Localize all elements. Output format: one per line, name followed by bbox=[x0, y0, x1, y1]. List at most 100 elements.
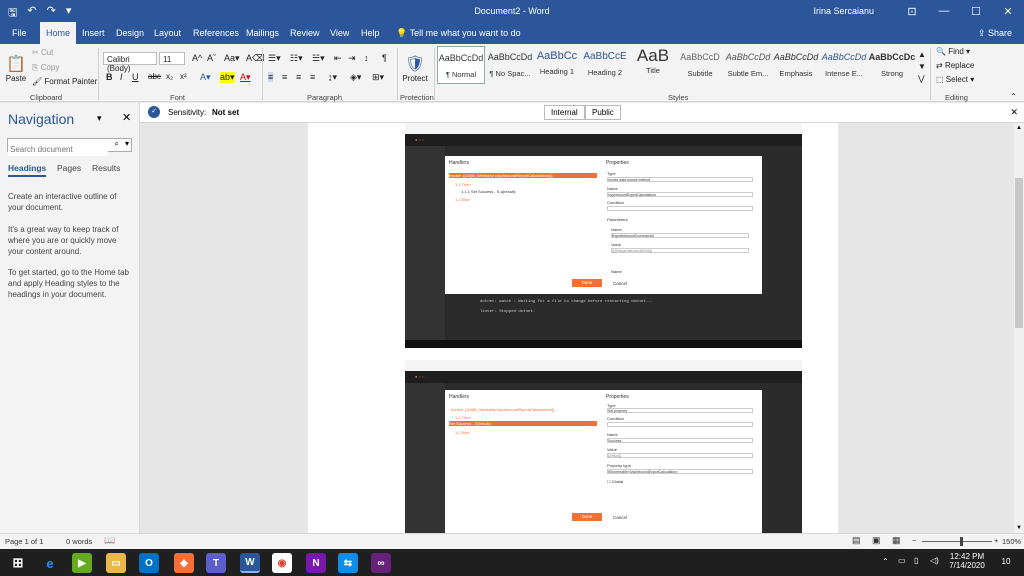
embedded-screenshot-1[interactable]: ● ○ ○ Handlers Properties Invoke: {{Ui@t… bbox=[405, 123, 802, 348]
tab-home[interactable]: Home bbox=[40, 22, 77, 44]
tell-me-search[interactable]: 💡 Tell me what you want to do bbox=[390, 22, 527, 44]
web-layout-icon[interactable]: ▦ bbox=[892, 535, 901, 546]
nav-tab-headings[interactable]: Headings bbox=[8, 163, 47, 177]
select-button[interactable]: ⬚ Select ▾ bbox=[936, 75, 974, 84]
style-subtle-emphasis[interactable]: AaBbCcDd Subtle Em... bbox=[724, 46, 772, 84]
close-button[interactable]: ✕ bbox=[992, 0, 1024, 22]
underline-icon[interactable]: U bbox=[132, 72, 139, 82]
font-color-icon[interactable]: A▾ bbox=[240, 72, 251, 83]
copy-button[interactable]: ⎘ Copy bbox=[32, 63, 59, 73]
close-icon[interactable]: ✕ bbox=[1010, 107, 1018, 118]
network-icon[interactable]: ▭ bbox=[898, 556, 906, 565]
global-checkbox[interactable]: ☐ Global bbox=[607, 479, 623, 484]
vertical-scrollbar[interactable]: ▲ ▼ bbox=[1014, 123, 1024, 533]
tab-mailings[interactable]: Mailings bbox=[240, 22, 285, 44]
handler-step-row[interactable]: Invoke: {{Ui@t_Weekday:UspInboundReportC… bbox=[451, 407, 555, 412]
ribbon-options-icon[interactable]: ⊡ bbox=[896, 0, 928, 22]
page-count[interactable]: Page 1 of 1 bbox=[5, 537, 43, 546]
bullets-icon[interactable]: ☰▾ bbox=[268, 53, 281, 64]
action-center-icon[interactable]: 10 bbox=[998, 554, 1014, 570]
tab-design[interactable]: Design bbox=[110, 22, 150, 44]
font-size-box[interactable]: 11 bbox=[159, 52, 185, 65]
word-icon[interactable]: W bbox=[240, 553, 260, 573]
close-pane-icon[interactable]: ✕ bbox=[122, 111, 131, 124]
param-value-field[interactable]: {{@dependencies@field}} bbox=[611, 248, 749, 253]
pane-options-icon[interactable]: ▾ bbox=[97, 113, 102, 124]
proofing-icon[interactable]: 📖 bbox=[104, 535, 115, 546]
font-name-box[interactable]: Calibri (Body) bbox=[103, 52, 157, 73]
file-explorer-icon[interactable]: ▭ bbox=[106, 553, 126, 573]
sensitivity-internal-button[interactable]: Internal bbox=[544, 105, 585, 120]
handler-step-row[interactable]: Invoke: {{Ui@t_Weekday:UspInboundReportC… bbox=[449, 173, 597, 178]
scroll-up-icon[interactable]: ▲ bbox=[1016, 125, 1022, 131]
tab-help[interactable]: Help bbox=[355, 22, 386, 44]
nav-tab-results[interactable]: Results bbox=[92, 163, 120, 173]
style-heading-2[interactable]: AaBbCcE Heading 2 bbox=[581, 46, 629, 84]
shading-icon[interactable]: ◈▾ bbox=[350, 72, 361, 83]
value-field[interactable]: {{result}} bbox=[607, 453, 753, 458]
superscript-icon[interactable]: x² bbox=[180, 72, 187, 81]
tab-review[interactable]: Review bbox=[284, 22, 326, 44]
tab-layout[interactable]: Layout bbox=[148, 22, 187, 44]
maximize-button[interactable]: ☐ bbox=[960, 0, 992, 22]
align-right-icon[interactable]: ≡ bbox=[296, 72, 301, 82]
cancel-button[interactable]: Cancel bbox=[613, 515, 627, 520]
tab-references[interactable]: References bbox=[187, 22, 245, 44]
visual-studio-icon[interactable]: ∞ bbox=[371, 553, 391, 573]
collapse-ribbon-icon[interactable]: ⌃ bbox=[1010, 92, 1017, 101]
share-button[interactable]: ⇪ Share bbox=[978, 22, 1012, 44]
start-icon[interactable]: ⊞ bbox=[8, 553, 28, 573]
zoom-slider-handle[interactable] bbox=[960, 537, 963, 546]
sub-step-row[interactable]: 1.1.1 Set Success - S.a(result); bbox=[461, 189, 516, 194]
param-name-field[interactable]: ExportInboundCommandId bbox=[611, 233, 749, 238]
style-normal[interactable]: AaBbCcDd ¶ Normal bbox=[437, 46, 485, 84]
zoom-out-icon[interactable]: − bbox=[912, 536, 916, 545]
print-layout-icon[interactable]: ▣ bbox=[872, 535, 881, 546]
battery-icon[interactable]: ▯ bbox=[914, 556, 918, 565]
teams-icon[interactable]: T bbox=[206, 553, 226, 573]
type-field[interactable]: Invoke data source method bbox=[607, 177, 753, 182]
name-field[interactable]: UspInboundExportCalculations bbox=[607, 192, 753, 197]
search-document-input[interactable] bbox=[8, 143, 108, 156]
subscript-icon[interactable]: x₂ bbox=[166, 72, 173, 81]
justify-icon[interactable]: ≡ bbox=[310, 72, 315, 82]
pilcrow-icon[interactable]: ¶ bbox=[382, 53, 387, 63]
zoom-slider[interactable] bbox=[922, 541, 992, 542]
style-emphasis[interactable]: AaBbCcDd Emphasis bbox=[772, 46, 820, 84]
search-icon[interactable]: ⌕ bbox=[115, 139, 119, 149]
style-title[interactable]: AaB Title bbox=[629, 46, 677, 84]
sub-step-row[interactable]: Set Success - S(result); bbox=[449, 421, 597, 426]
done-button[interactable]: Done bbox=[572, 513, 602, 521]
zoom-level[interactable]: 150% bbox=[1002, 537, 1021, 546]
document-page[interactable]: ● ○ ○ Handlers Properties Invoke: {{Ui@t… bbox=[308, 123, 838, 533]
align-center-icon[interactable]: ≡ bbox=[282, 72, 287, 82]
name-field[interactable]: Success bbox=[607, 438, 753, 443]
increase-indent-icon[interactable]: ⇥ bbox=[348, 53, 356, 64]
line-spacing-icon[interactable]: ↨▾ bbox=[328, 72, 337, 83]
scroll-down-icon[interactable]: ▼ bbox=[1016, 525, 1022, 531]
replace-button[interactable]: ⇄ Replace bbox=[936, 61, 974, 70]
condition-field[interactable] bbox=[607, 422, 753, 427]
cancel-button[interactable]: Cancel bbox=[613, 281, 627, 286]
cut-button[interactable]: ✂ Cut bbox=[32, 48, 53, 57]
strikethrough-icon[interactable]: abc bbox=[148, 72, 161, 81]
onenote-icon[interactable]: N bbox=[306, 553, 326, 573]
grow-font-icon[interactable]: A^ bbox=[192, 53, 202, 63]
done-button[interactable]: Done bbox=[572, 279, 602, 287]
game-icon[interactable]: ▶ bbox=[72, 553, 92, 573]
minimize-button[interactable]: — bbox=[928, 0, 960, 22]
condition-field[interactable] bbox=[607, 206, 753, 211]
property-type-field[interactable]: IEnumerable<UspInboundExportCalculation> bbox=[607, 469, 753, 474]
user-name[interactable]: Irina Sercaianu bbox=[813, 6, 874, 16]
volume-icon[interactable]: ◁) bbox=[930, 556, 939, 565]
multilevel-list-icon[interactable]: ☱▾ bbox=[312, 53, 325, 64]
zoom-in-icon[interactable]: + bbox=[994, 536, 998, 545]
read-mode-icon[interactable]: ▤ bbox=[852, 535, 861, 546]
protect-button[interactable]: 🛡 Protect bbox=[400, 46, 430, 90]
find-button[interactable]: 🔍 Find ▾ bbox=[936, 47, 970, 56]
text-effects-icon[interactable]: A▾ bbox=[200, 72, 211, 83]
italic-icon[interactable]: I bbox=[120, 72, 123, 82]
decrease-indent-icon[interactable]: ⇤ bbox=[334, 53, 342, 64]
chevron-down-icon[interactable]: ▾ bbox=[125, 139, 129, 148]
numbering-icon[interactable]: ☷▾ bbox=[290, 53, 303, 64]
